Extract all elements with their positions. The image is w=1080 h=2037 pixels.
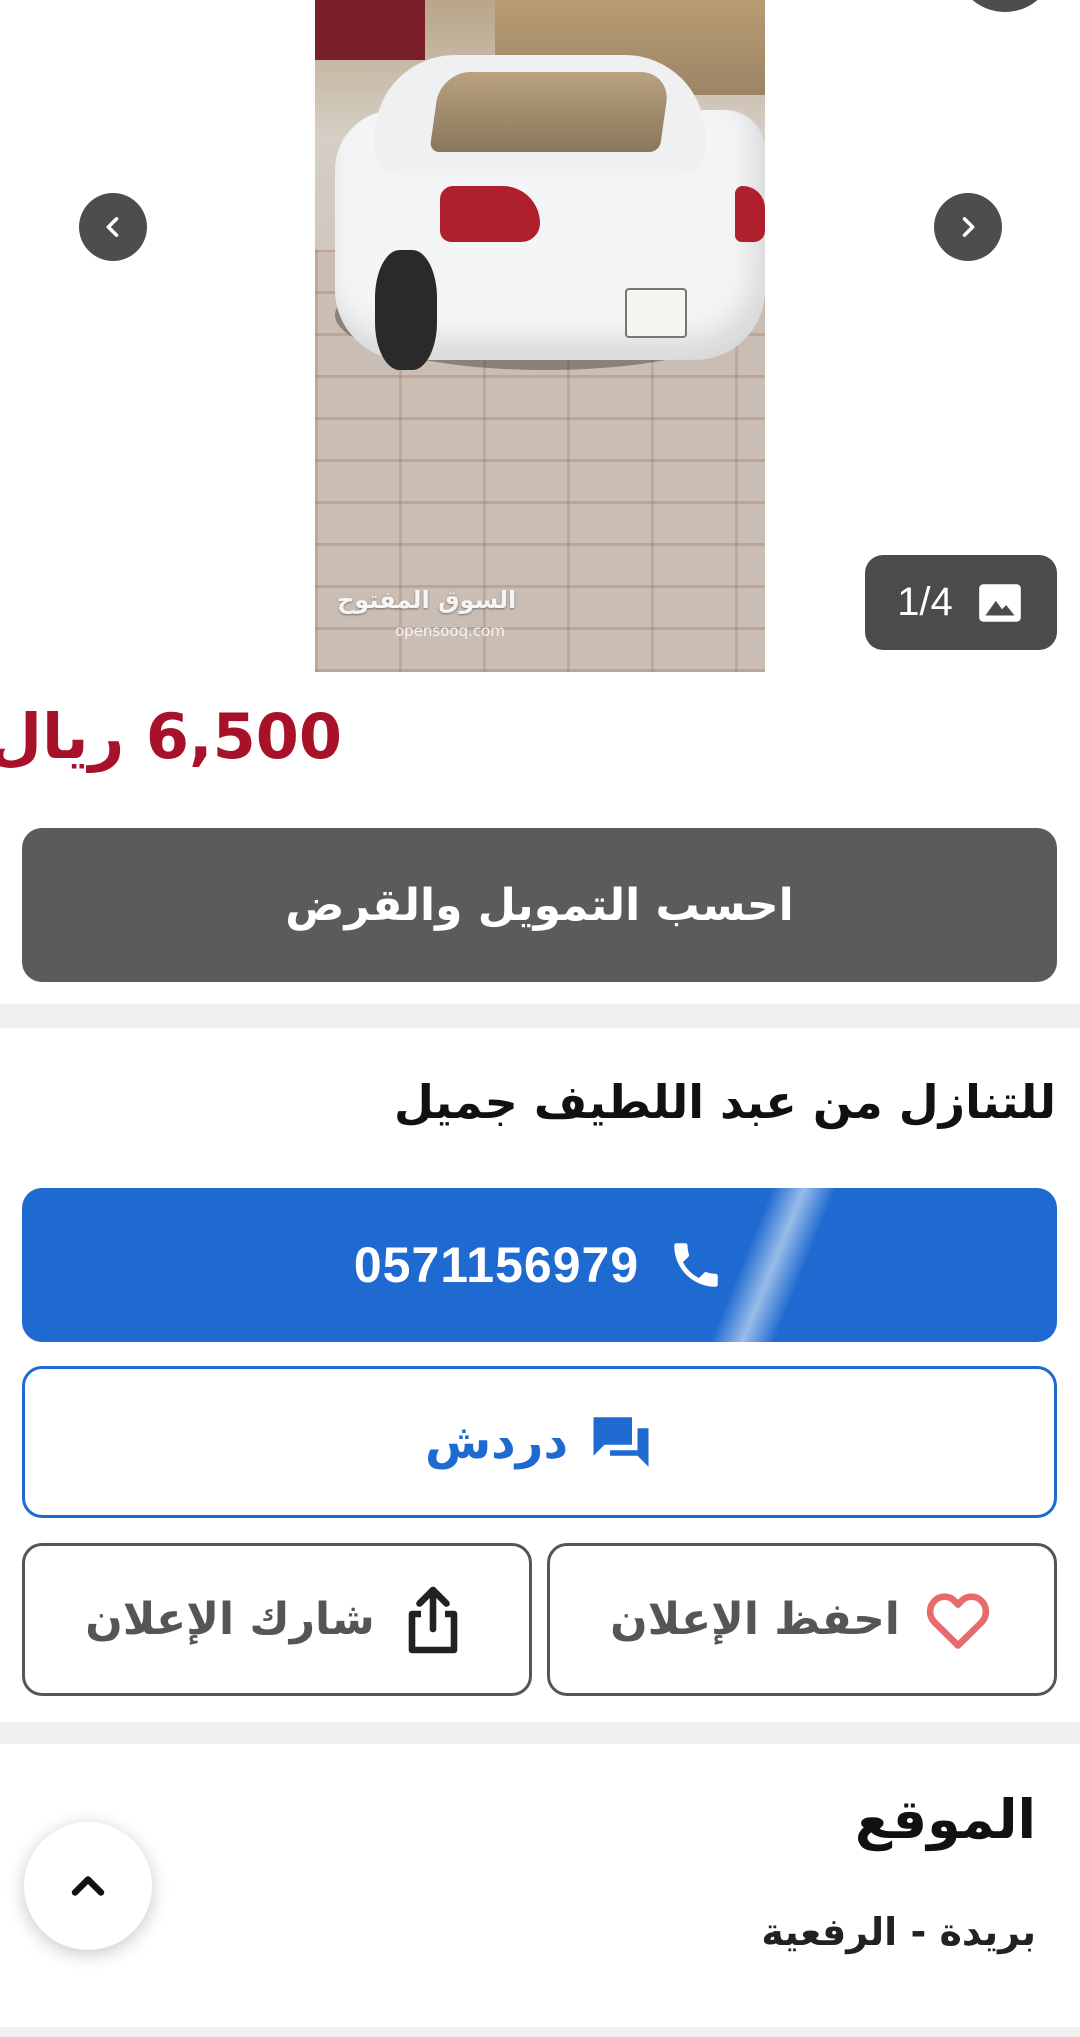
share-ad-button[interactable]: شارك الإعلان — [22, 1543, 532, 1696]
phone-number: 0571156979 — [353, 1237, 640, 1293]
call-button[interactable]: 0571156979 — [22, 1188, 1057, 1342]
share-icon — [408, 1586, 458, 1653]
price: 6,500 ريال — [0, 700, 342, 773]
top-overlay-button[interactable] — [955, 0, 1055, 12]
save-ad-label: احفظ الإعلان — [610, 1594, 900, 1645]
location-heading: الموقع — [854, 1788, 1036, 1851]
save-ad-button[interactable]: احفظ الإعلان — [547, 1543, 1057, 1696]
listing-title: للتنازل من عبد اللطيف جميل — [394, 1075, 1056, 1129]
section-divider — [0, 1722, 1080, 1744]
bottom-divider — [0, 2027, 1080, 2037]
chat-button-label: دردش — [424, 1414, 569, 1470]
phone-icon — [674, 1243, 718, 1287]
chevron-right-icon — [962, 217, 975, 237]
scroll-to-top-button[interactable] — [24, 1822, 152, 1950]
next-image-button[interactable] — [934, 193, 1002, 261]
finance-calculator-button[interactable]: احسب التمويل والقرض — [22, 828, 1057, 982]
watermark-subtext: opensooq.com — [395, 622, 505, 640]
image-counter[interactable]: 1/4 — [865, 555, 1057, 650]
watermark-logo: السوق المفتوح — [337, 586, 517, 614]
heart-icon — [926, 1592, 990, 1649]
car-photo[interactable]: السوق المفتوح opensooq.com — [315, 0, 765, 672]
image-counter-text: 1/4 — [897, 580, 953, 624]
chat-button[interactable]: دردش — [22, 1366, 1057, 1518]
chat-icon — [593, 1417, 649, 1467]
image-gallery[interactable]: السوق المفتوح opensooq.com 1/4 — [0, 0, 1080, 672]
share-ad-label: شارك الإعلان — [85, 1594, 375, 1645]
section-divider — [0, 1004, 1080, 1028]
image-icon — [978, 583, 1021, 622]
listing-page: السوق المفتوح opensooq.com 1/4 6,500 ريا… — [0, 0, 1080, 2037]
previous-image-button[interactable] — [79, 193, 147, 261]
chevron-up-icon — [71, 1876, 105, 1896]
chevron-left-icon — [106, 217, 119, 237]
location-value: بريدة - الرفعية — [761, 1910, 1036, 1954]
